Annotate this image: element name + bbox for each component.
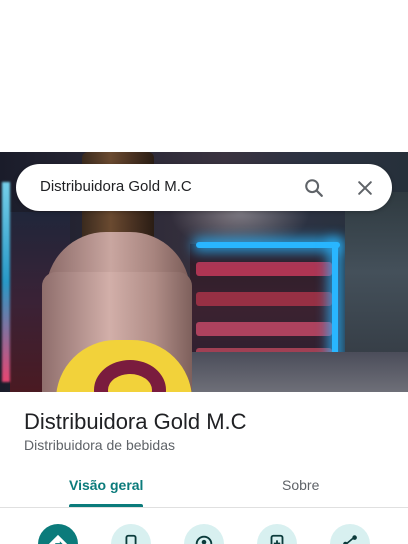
place-title: Distribuidora Gold M.C — [24, 409, 247, 434]
shelf-products-row — [196, 292, 332, 306]
place-tabs: Visão geral Sobre — [0, 468, 408, 508]
share-icon — [343, 535, 357, 544]
search-input[interactable]: Distribuidora Gold M.C — [40, 178, 192, 195]
directions-button[interactable] — [38, 524, 78, 544]
shelf-products-row — [196, 322, 332, 336]
save-button[interactable] — [257, 524, 297, 544]
tab-about[interactable]: Sobre — [282, 477, 319, 493]
shelf-products-row — [196, 262, 332, 276]
neon-light-left — [2, 182, 10, 382]
nearby-button[interactable] — [184, 524, 224, 544]
search-icon[interactable] — [298, 172, 330, 204]
directions-icon — [48, 534, 68, 544]
save-icon — [270, 534, 284, 544]
phone-icon — [125, 534, 137, 544]
location-icon — [195, 535, 213, 544]
active-tab-indicator — [69, 504, 143, 507]
call-button[interactable] — [111, 524, 151, 544]
close-icon[interactable] — [349, 172, 381, 204]
share-button[interactable] — [330, 524, 370, 544]
store-floor — [180, 352, 408, 392]
neon-light-top — [196, 242, 340, 248]
place-category[interactable]: Distribuidora de bebidas — [24, 437, 175, 453]
search-bar[interactable]: Distribuidora Gold M.C — [16, 164, 392, 211]
tab-overview[interactable]: Visão geral — [69, 477, 143, 493]
